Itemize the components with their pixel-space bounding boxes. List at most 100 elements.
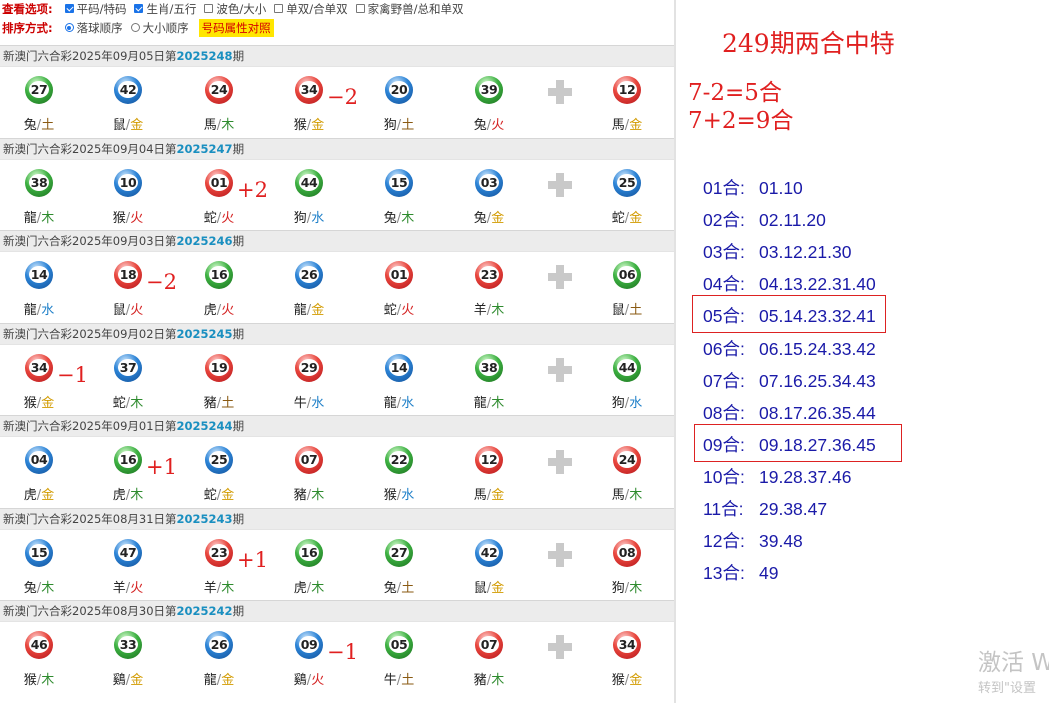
option-checkbox-label[interactable]: 家禽野兽/总和单双: [368, 2, 464, 16]
option-checkbox[interactable]: [64, 4, 74, 13]
zodiac-element: 龍/木: [19, 207, 59, 226]
option-checkbox[interactable]: [274, 4, 284, 13]
sort-options-label: 排序方式:: [2, 21, 53, 35]
number-ball[interactable]: 24: [205, 76, 233, 104]
five-element: 水: [311, 395, 325, 411]
number-ball[interactable]: 44: [613, 353, 641, 382]
number-ball[interactable]: 27: [25, 76, 53, 104]
plus-icon: [548, 357, 572, 382]
number-ball[interactable]: 16: [205, 261, 233, 289]
number-ball[interactable]: 37: [114, 353, 142, 382]
option-checkbox-label[interactable]: 生肖/五行: [146, 2, 196, 16]
number-ball[interactable]: 09: [295, 631, 323, 659]
zodiac-element: 豬/木: [289, 484, 329, 503]
number-ball[interactable]: 27: [385, 538, 413, 567]
attr-table-button[interactable]: 号码属性对照: [198, 19, 274, 37]
number-ball[interactable]: 04: [25, 446, 53, 474]
number-ball[interactable]: 14: [25, 261, 53, 289]
five-element: 金: [41, 488, 55, 503]
number-ball[interactable]: 46: [25, 631, 53, 659]
issue-number[interactable]: 2025248: [177, 49, 233, 63]
number-ball[interactable]: 08: [613, 538, 641, 567]
number-ball[interactable]: 24: [613, 446, 641, 474]
sort-radio-label[interactable]: 落球顺序: [77, 21, 123, 35]
zodiac: 馬: [473, 488, 487, 503]
number-ball[interactable]: 03: [475, 168, 503, 197]
ball-number: 42: [479, 543, 499, 561]
ball-number: 15: [29, 543, 49, 561]
number-ball[interactable]: 42: [475, 538, 503, 567]
five-element: 金: [130, 118, 144, 133]
issue-number[interactable]: 2025246: [177, 234, 233, 248]
number-ball[interactable]: 23: [475, 261, 503, 289]
number-ball[interactable]: 33: [114, 631, 142, 659]
he-group-label: 03合:: [703, 242, 745, 263]
option-checkbox-label[interactable]: 波色/大小: [216, 2, 266, 16]
issue-number[interactable]: 2025242: [177, 604, 233, 618]
number-ball[interactable]: 38: [25, 168, 53, 197]
zodiac: 猴: [23, 673, 37, 688]
number-ball[interactable]: 07: [295, 446, 323, 474]
issue-number[interactable]: 2025243: [177, 512, 233, 526]
option-checkbox-label[interactable]: 单双/合单双: [286, 2, 347, 16]
number-ball[interactable]: 12: [475, 446, 503, 474]
ball-number: 47: [118, 543, 138, 561]
five-element: 土: [41, 118, 55, 133]
ball-number: 16: [209, 266, 229, 283]
he-group-numbers: 08.17.26.35.44: [759, 402, 876, 423]
number-ball[interactable]: 19: [205, 353, 233, 382]
zodiac: 龍: [473, 395, 487, 411]
zodiac: 蛇: [611, 210, 625, 226]
number-ball[interactable]: 10: [114, 168, 142, 197]
option-checkbox[interactable]: [204, 4, 214, 13]
lottery-name: 新澳门六合彩: [3, 419, 72, 433]
draw-row: 新澳门六合彩 2025年08月31日 第 2025243 期 15 兔/木 47 羊/火 23…: [0, 507, 674, 601]
sort-radio-label[interactable]: 大小顺序: [143, 21, 189, 35]
number-ball[interactable]: 34: [613, 631, 641, 659]
issue-number[interactable]: 2025245: [177, 327, 233, 341]
number-ball[interactable]: 18: [114, 261, 142, 289]
number-ball[interactable]: 06: [613, 261, 641, 289]
number-ball[interactable]: 15: [385, 168, 413, 197]
number-ball[interactable]: 25: [205, 446, 233, 474]
number-ball[interactable]: 15: [25, 538, 53, 567]
five-element: 木: [629, 488, 643, 503]
sort-radio[interactable]: [130, 23, 140, 32]
number-ball[interactable]: 16: [295, 538, 323, 567]
number-ball[interactable]: 20: [385, 76, 413, 104]
number-ball[interactable]: 01: [205, 168, 233, 197]
number-ball[interactable]: 07: [475, 631, 503, 659]
issue-number[interactable]: 2025247: [177, 142, 233, 156]
number-ball[interactable]: 47: [114, 538, 142, 567]
zodiac-element: 兔/土: [379, 577, 419, 596]
zodiac: 蛇: [203, 210, 217, 226]
number-ball[interactable]: 16: [114, 446, 142, 474]
number-ball[interactable]: 01: [385, 261, 413, 289]
number-ball[interactable]: 12: [613, 76, 641, 104]
number-ball[interactable]: 05: [385, 631, 413, 659]
number-ball[interactable]: 22: [385, 446, 413, 474]
option-checkbox[interactable]: [355, 4, 365, 13]
option-checkbox[interactable]: [134, 4, 144, 13]
number-ball[interactable]: 34: [25, 353, 53, 382]
number-ball[interactable]: 25: [613, 168, 641, 197]
number-ball[interactable]: 44: [295, 168, 323, 197]
number-ball[interactable]: 42: [114, 76, 142, 104]
number-ball[interactable]: 23: [205, 538, 233, 567]
zodiac: 虎: [203, 303, 217, 318]
option-checkbox-label[interactable]: 平码/特码: [77, 2, 127, 16]
ball-number: 16: [118, 451, 138, 468]
issue-number[interactable]: 2025244: [177, 419, 233, 433]
number-ball[interactable]: 26: [205, 631, 233, 659]
number-ball[interactable]: 14: [385, 353, 413, 382]
number-ball[interactable]: 34: [295, 76, 323, 104]
number-ball[interactable]: 39: [475, 76, 503, 104]
number-ball[interactable]: 29: [295, 353, 323, 382]
zodiac: 馬: [611, 118, 625, 133]
sort-radio[interactable]: [64, 23, 74, 32]
zodiac: 兔: [23, 580, 37, 596]
five-element: 金: [491, 580, 505, 596]
number-ball[interactable]: 38: [475, 353, 503, 382]
ball-number: 03: [479, 173, 499, 191]
number-ball[interactable]: 26: [295, 261, 323, 289]
